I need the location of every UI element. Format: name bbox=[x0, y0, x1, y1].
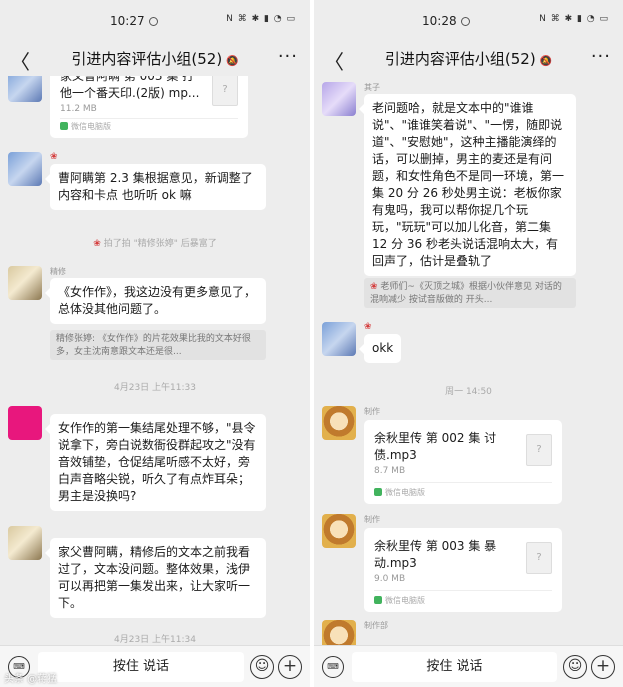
avatar[interactable] bbox=[322, 514, 356, 548]
avatar[interactable] bbox=[8, 526, 42, 560]
file-name: 余秋里传 第 002 集 讨债.mp3 bbox=[374, 431, 497, 462]
file-size: 9.0 MB bbox=[374, 574, 406, 584]
sender-nickname: 其子 bbox=[364, 83, 380, 92]
status-icons: N ⌘ ✱ ▮ ◔ ▭ bbox=[539, 14, 609, 24]
sender-nickname: 精修 bbox=[50, 267, 66, 276]
status-time: 10:27 bbox=[110, 14, 158, 28]
right-phone-screen: 10:28 N ⌘ ✱ ▮ ◔ ▭ 〈 引进内容评估小组(52) 🔕 ··· 其子… bbox=[314, 0, 623, 687]
avatar[interactable] bbox=[8, 152, 42, 186]
flower-icon: ❀ bbox=[364, 322, 372, 332]
file-size: 11.2 MB bbox=[60, 104, 97, 114]
timestamp: 4月23日 上午11:33 bbox=[114, 383, 196, 393]
status-icons: N ⌘ ✱ ▮ ◔ ▭ bbox=[226, 14, 296, 24]
file-name: 余秋里传 第 003 集 暴动.mp3 bbox=[374, 539, 497, 570]
file-size: 8.7 MB bbox=[374, 466, 406, 476]
message-bubble[interactable]: 《女作作》，我这边没有更多意见了，总体没其他问题了。 bbox=[45, 278, 266, 324]
file-card[interactable]: 家父曹阿瞒 第 003 集 打他一个番天印.(2版) mp... 11.2 MB… bbox=[50, 76, 248, 138]
file-source: 微信电脑版 bbox=[374, 487, 425, 498]
status-bar: 10:27 N ⌘ ✱ ▮ ◔ ▭ bbox=[0, 0, 310, 40]
chat-header: 〈 引进内容评估小组(52) 🔕 ··· bbox=[0, 40, 310, 76]
watermark: 头条 @蒋猛 bbox=[4, 674, 58, 685]
keyboard-icon[interactable]: ⌨ bbox=[322, 656, 344, 678]
message-bubble[interactable]: okk bbox=[358, 334, 402, 363]
more-icon[interactable]: ··· bbox=[278, 46, 298, 67]
hold-to-talk-button[interactable]: 按住 说话 bbox=[352, 652, 557, 682]
sender-nickname: 制作部 bbox=[364, 621, 388, 630]
chat-header: 〈 引进内容评估小组(52) 🔕 ··· bbox=[314, 40, 623, 76]
file-card[interactable]: 余秋里传 第 002 集 讨债.mp3 8.7 MB ? 微信电脑版 bbox=[364, 420, 562, 504]
left-phone-screen: 10:27 N ⌘ ✱ ▮ ◔ ▭ 〈 引进内容评估小组(52) 🔕 ··· 家父… bbox=[0, 0, 310, 687]
message-bubble[interactable]: 家父曹阿瞒，精修后的文本之前我看过了，文本没问题。整体效果，浅伊可以再把第一集发… bbox=[45, 538, 266, 618]
wechat-icon bbox=[374, 488, 382, 496]
file-doc-icon: ? bbox=[526, 542, 552, 574]
chat-title: 引进内容评估小组(52) 🔕 bbox=[384, 50, 553, 68]
message: 其子 老问题哈，就是文本中的"谁谁说"、"谁谁笑着说"、"一愣，随即说道"、"安… bbox=[314, 82, 623, 308]
message: 女作作的第一集结尾处理不够，"县令说拿下，旁白说数衙役群起攻之"没有音效铺垫，仓… bbox=[0, 402, 310, 522]
message: 精修 《女作作》，我这边没有更多意见了，总体没其他问题了。 精修张婷: 《女作作… bbox=[0, 266, 310, 366]
plus-icon[interactable]: + bbox=[591, 655, 615, 679]
file-name: 家父曹阿瞒 第 003 集 打他一个番天印.(2版) mp... bbox=[60, 76, 200, 100]
message: 家父曹阿瞒，精修后的文本之前我看过了，文本没问题。整体效果，浅伊可以再把第一集发… bbox=[0, 526, 310, 626]
file-doc-icon: ? bbox=[526, 434, 552, 466]
hold-to-talk-button[interactable]: 按住 说话 bbox=[38, 652, 244, 682]
sender-nickname: 制作 bbox=[364, 407, 380, 416]
quoted-reply[interactable]: 精修张婷: 《女作作》的片花效果比我的文本好很多，女主沈南意跟文本还是很... bbox=[50, 330, 266, 360]
message: ❀ 曹阿瞒第 2.3 集根据意见，新调整了内容和卡点 也听听 ok 嘛 bbox=[0, 152, 310, 222]
flower-icon: ❀ bbox=[50, 152, 58, 162]
avatar[interactable] bbox=[322, 620, 356, 645]
sender-nickname: ❀ bbox=[364, 322, 372, 332]
file-card[interactable]: 余秋里传 第 003 集 暴动.mp3 9.0 MB ? 微信电脑版 bbox=[364, 528, 562, 612]
avatar[interactable] bbox=[8, 266, 42, 300]
avatar[interactable] bbox=[322, 322, 356, 356]
timestamp: 4月23日 上午11:34 bbox=[114, 635, 196, 645]
avatar[interactable] bbox=[8, 406, 42, 440]
message-file: 制作 余秋里传 第 003 集 暴动.mp3 9.0 MB ? 微信电脑版 bbox=[314, 514, 623, 614]
chat-title: 引进内容评估小组(52) 🔕 bbox=[71, 50, 239, 68]
message-bubble[interactable]: 曹阿瞒第 2.3 集根据意见，新调整了内容和卡点 也听听 ok 嘛 bbox=[45, 164, 266, 210]
mute-icon: 🔕 bbox=[226, 56, 239, 67]
file-doc-icon: ? bbox=[212, 76, 238, 106]
flower-icon: ❀ bbox=[93, 239, 101, 249]
input-bar: ⌨ 按住 说话 ☺ + bbox=[314, 645, 623, 687]
wechat-icon bbox=[60, 122, 68, 130]
wechat-icon bbox=[374, 596, 382, 604]
message-bubble[interactable]: 老问题哈，就是文本中的"谁谁说"、"谁谁笑着说"、"一愣，随即说道"、"安慰她"… bbox=[359, 94, 576, 276]
flower-icon: ❀ bbox=[370, 282, 378, 292]
quoted-reply[interactable]: ❀ 老师们~《灭顶之城》根据小伙伴意见 对话的混响减少 按试音版做的 开头... bbox=[364, 278, 576, 308]
message: 制作部 bbox=[314, 620, 623, 645]
system-notice: ❀ 拍了拍 "精修张婷" 后暴富了 bbox=[93, 239, 217, 249]
status-time: 10:28 bbox=[422, 14, 470, 28]
chat-messages[interactable]: 家父曹阿瞒 第 003 集 打他一个番天印.(2版) mp... 11.2 MB… bbox=[0, 76, 310, 645]
status-bar: 10:28 N ⌘ ✱ ▮ ◔ ▭ bbox=[314, 0, 623, 40]
emoji-icon[interactable]: ☺ bbox=[563, 655, 587, 679]
mute-icon: 🔕 bbox=[539, 56, 553, 67]
timestamp: 周一 14:50 bbox=[445, 387, 492, 397]
chat-messages[interactable]: 其子 老问题哈，就是文本中的"谁谁说"、"谁谁笑着说"、"一愣，随即说道"、"安… bbox=[314, 76, 623, 645]
sender-nickname: 制作 bbox=[364, 515, 380, 524]
file-source: 微信电脑版 bbox=[60, 121, 111, 132]
avatar[interactable] bbox=[322, 82, 356, 116]
sender-nickname: ❀ bbox=[50, 152, 58, 162]
message-bubble[interactable]: 女作作的第一集结尾处理不够，"县令说拿下，旁白说数衙役群起攻之"没有音效铺垫，仓… bbox=[45, 414, 266, 511]
file-source: 微信电脑版 bbox=[374, 595, 425, 606]
message-file: 家父曹阿瞒 第 003 集 打他一个番天印.(2版) mp... 11.2 MB… bbox=[0, 76, 310, 140]
avatar[interactable] bbox=[322, 406, 356, 440]
message-file: 制作 余秋里传 第 002 集 讨债.mp3 8.7 MB ? 微信电脑版 bbox=[314, 406, 623, 506]
plus-icon[interactable]: + bbox=[278, 655, 302, 679]
message: ❀ okk bbox=[314, 322, 623, 372]
emoji-icon[interactable]: ☺ bbox=[250, 655, 274, 679]
avatar[interactable] bbox=[8, 76, 42, 102]
more-icon[interactable]: ··· bbox=[591, 46, 611, 67]
